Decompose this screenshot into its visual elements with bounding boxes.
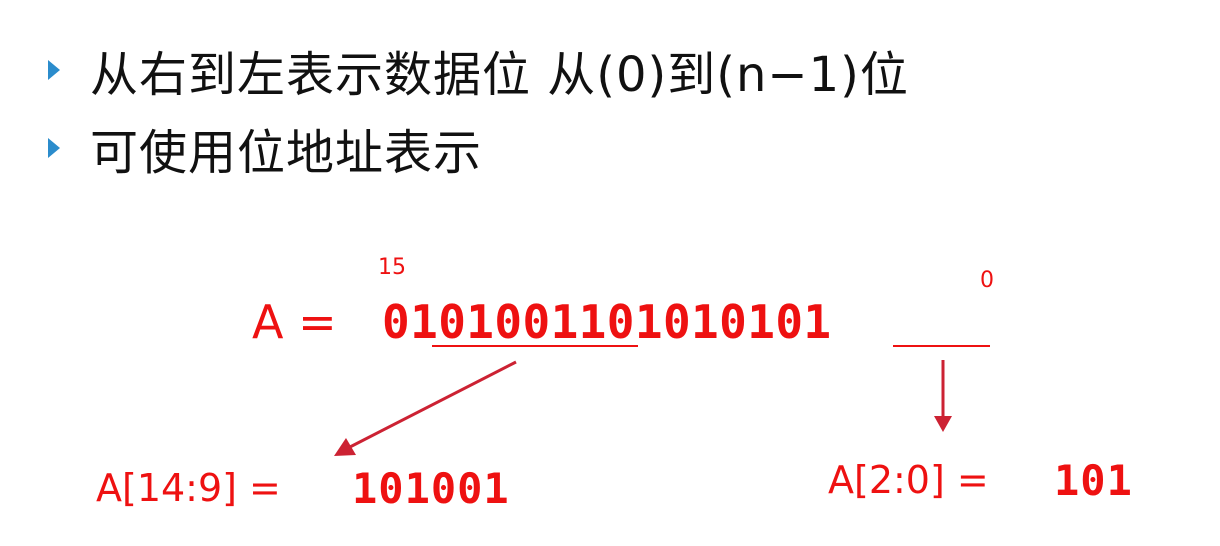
slice-value: 101001 (352, 464, 510, 513)
arrows-layer (334, 360, 952, 456)
slice-value: 101 (1054, 456, 1133, 505)
slice-arrow-2-0 (934, 360, 952, 432)
slice-arrow-14-9 (334, 360, 517, 456)
slice-label: A[14:9] = (96, 466, 281, 510)
slice-label: A[2:0] = (828, 458, 989, 502)
